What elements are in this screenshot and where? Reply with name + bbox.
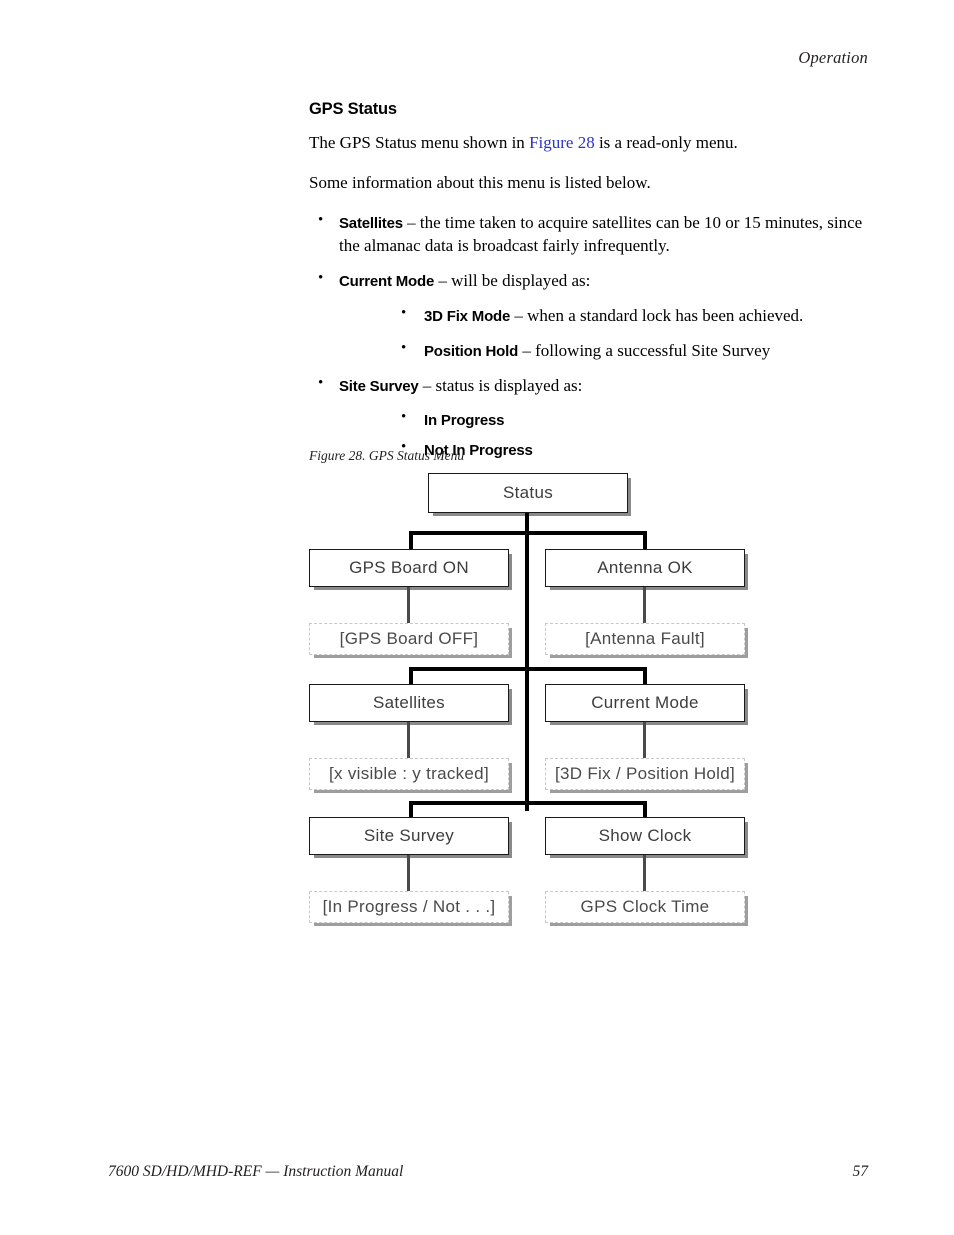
node-show-clock[interactable]: Show Clock xyxy=(545,817,745,855)
connector-bus-row3 xyxy=(409,801,647,805)
node-site-survey-label: Site Survey xyxy=(363,826,455,845)
node-show-clock-label: Show Clock xyxy=(598,826,692,845)
node-gps-clock-time[interactable]: GPS Clock Time xyxy=(545,891,745,923)
node-site-survey-value[interactable]: [In Progress / Not . . .] xyxy=(309,891,509,923)
node-satellites-value-label: [x visible : y tracked] xyxy=(329,764,489,783)
term-current-mode: Current Mode xyxy=(339,273,435,291)
desc-site-survey: – status is displayed as: xyxy=(418,376,583,396)
lead-in-paragraph: Some information about this menu is list… xyxy=(309,172,651,192)
list-item-in-progress: In Progress xyxy=(394,408,874,432)
page-title: GPS Status xyxy=(309,100,397,118)
connector-stem-site-survey xyxy=(407,855,410,892)
node-satellites[interactable]: Satellites xyxy=(309,684,509,722)
intro-paragraph: The GPS Status menu shown in Figure 28 i… xyxy=(309,132,874,155)
node-status[interactable]: Status xyxy=(428,473,628,513)
node-satellites-label: Satellites xyxy=(373,693,445,712)
list-item-current-mode: Current Mode – will be displayed as: 3D … xyxy=(309,269,874,363)
term-satellites: Satellites xyxy=(339,215,403,233)
connector-trunk-vertical xyxy=(525,513,529,811)
node-current-mode-label: Current Mode xyxy=(591,693,699,712)
node-gps-board-off[interactable]: [GPS Board OFF] xyxy=(309,623,509,655)
node-antenna-ok-label: Antenna OK xyxy=(597,558,693,577)
bullet-list-site-survey-values: In Progress Not In Progress xyxy=(394,408,874,462)
node-antenna-ok[interactable]: Antenna OK xyxy=(545,549,745,587)
node-status-label: Status xyxy=(503,483,553,502)
node-gps-clock-time-label: GPS Clock Time xyxy=(580,897,710,916)
connector-drop-row1-right xyxy=(643,531,647,551)
connector-bus-row1 xyxy=(409,531,647,535)
bullet-list-current-mode-values: 3D Fix Mode – when a standard lock has b… xyxy=(394,304,874,363)
running-head: Operation xyxy=(798,48,868,67)
list-item-position-hold: Position Hold – following a successful S… xyxy=(394,339,874,363)
term-position-hold: Position Hold xyxy=(424,342,519,360)
intro-text-after: is a read-only menu. xyxy=(594,133,738,152)
node-satellites-value[interactable]: [x visible : y tracked] xyxy=(309,758,509,790)
footer-page-number: 57 xyxy=(852,1163,869,1180)
node-gps-board-off-label: [GPS Board OFF] xyxy=(339,629,479,648)
list-item-satellites: Satellites – the time taken to acquire s… xyxy=(309,211,874,257)
node-gps-board-on-label: GPS Board ON xyxy=(349,558,469,577)
node-antenna-fault-label: [Antenna Fault] xyxy=(585,629,705,648)
node-site-survey-value-label: [In Progress / Not . . .] xyxy=(322,897,496,916)
bullet-list-top: Satellites – the time taken to acquire s… xyxy=(309,211,874,462)
content-column: GPS Status The GPS Status menu shown in … xyxy=(309,100,874,475)
connector-stem-show-clock xyxy=(643,855,646,892)
desc-3d-fix-mode: – when a standard lock has been achieved… xyxy=(510,306,804,326)
term-site-survey: Site Survey xyxy=(339,378,419,396)
figure-28-link[interactable]: Figure 28 xyxy=(529,133,595,152)
connector-stem-current-mode xyxy=(643,722,646,759)
connector-stem-antenna xyxy=(643,587,646,624)
node-current-mode-value-label: [3D Fix / Position Hold] xyxy=(554,764,736,783)
node-current-mode[interactable]: Current Mode xyxy=(545,684,745,722)
page-footer: 7600 SD/HD/MHD-REF — Instruction Manual … xyxy=(108,1163,868,1181)
desc-satellites: – the time taken to acquire satellites c… xyxy=(339,213,863,255)
node-site-survey[interactable]: Site Survey xyxy=(309,817,509,855)
connector-stem-gps-board xyxy=(407,587,410,624)
term-in-progress: In Progress xyxy=(424,411,505,429)
desc-position-hold: – following a successful Site Survey xyxy=(518,340,771,360)
connector-drop-row1-left xyxy=(409,531,413,551)
footer-manual-title: 7600 SD/HD/MHD-REF — Instruction Manual xyxy=(108,1163,404,1180)
node-current-mode-value[interactable]: [3D Fix / Position Hold] xyxy=(545,758,745,790)
node-antenna-fault[interactable]: [Antenna Fault] xyxy=(545,623,745,655)
node-gps-board-on[interactable]: GPS Board ON xyxy=(309,549,509,587)
figure-caption: Figure 28. GPS Status Menu xyxy=(309,448,465,463)
connector-stem-satellites xyxy=(407,722,410,759)
list-item-not-in-progress: Not In Progress xyxy=(394,439,874,462)
term-3d-fix-mode: 3D Fix Mode xyxy=(424,308,511,326)
intro-text-before: The GPS Status menu shown in xyxy=(309,133,530,152)
list-item-3d-fix-mode: 3D Fix Mode – when a standard lock has b… xyxy=(394,304,874,328)
desc-current-mode: – will be displayed as: xyxy=(434,271,591,291)
connector-bus-row2 xyxy=(409,667,647,671)
